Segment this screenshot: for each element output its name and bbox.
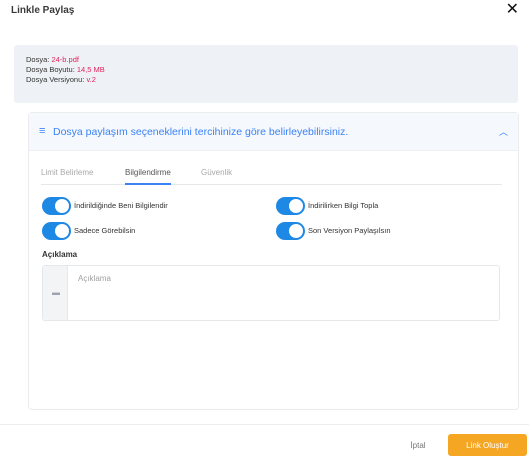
modal-header: Linkle Paylaş ✕ bbox=[0, 0, 529, 28]
toggle-knob bbox=[289, 199, 303, 213]
file-size-value: 14,5 MB bbox=[76, 65, 105, 74]
cancel-button[interactable]: İptal bbox=[398, 434, 438, 456]
file-version-value: v.2 bbox=[86, 75, 96, 84]
tab-limit-belirleme[interactable]: Limit Belirleme bbox=[41, 168, 93, 185]
file-size-line: Dosya Boyutu: 14,5 MB bbox=[26, 65, 506, 75]
collect-info-toggle[interactable] bbox=[276, 197, 305, 215]
description-field: ▬ bbox=[42, 265, 500, 321]
file-size-label: Dosya Boyutu: bbox=[26, 65, 75, 74]
view-only-label: Sadece Görebilsin bbox=[74, 226, 136, 235]
notify-on-download-label: İndirildiğinde Beni Bilgilendir bbox=[74, 201, 168, 210]
options-tabs: Limit Belirleme Bilgilendirme Güvenlik bbox=[41, 168, 502, 185]
modal-title: Linkle Paylaş bbox=[11, 5, 75, 16]
description-label: Açıklama bbox=[42, 250, 78, 259]
toggle-knob bbox=[289, 224, 303, 238]
comment-icon: ▬ bbox=[52, 288, 60, 297]
share-options-panel: ≡ Dosya paylaşım seçeneklerini tercihini… bbox=[28, 112, 519, 410]
toggle-knob bbox=[55, 224, 69, 238]
tab-guvenlik[interactable]: Güvenlik bbox=[201, 168, 232, 185]
create-link-button[interactable]: Link Oluştur bbox=[448, 434, 527, 456]
file-name-line: Dosya: 24-b.pdf bbox=[26, 55, 506, 65]
notify-on-download-toggle[interactable] bbox=[42, 197, 71, 215]
file-version-line: Dosya Versiyonu: v.2 bbox=[26, 75, 506, 85]
chevron-up-icon[interactable]: ︿ bbox=[499, 125, 508, 138]
description-input[interactable] bbox=[78, 274, 488, 314]
file-name-value: 24-b.pdf bbox=[51, 55, 79, 64]
file-info-box: Dosya: 24-b.pdf Dosya Boyutu: 14,5 MB Do… bbox=[14, 45, 518, 103]
share-options-header[interactable]: ≡ Dosya paylaşım seçeneklerini tercihini… bbox=[29, 113, 518, 151]
toggle-knob bbox=[55, 199, 69, 213]
file-version-label: Dosya Versiyonu: bbox=[26, 75, 85, 84]
file-name-label: Dosya: bbox=[26, 55, 50, 64]
latest-version-label: Son Versiyon Paylaşılsın bbox=[308, 226, 391, 235]
close-icon[interactable]: ✕ bbox=[506, 2, 519, 18]
collect-info-label: İndirilirken Bilgi Topla bbox=[308, 201, 379, 210]
description-addon: ▬ bbox=[43, 266, 68, 320]
latest-version-toggle[interactable] bbox=[276, 222, 305, 240]
list-icon: ≡ bbox=[39, 125, 46, 137]
modal-footer: İptal Link Oluştur bbox=[0, 424, 529, 461]
share-link-modal: Linkle Paylaş ✕ Dosya: 24-b.pdf Dosya Bo… bbox=[0, 0, 529, 461]
view-only-toggle[interactable] bbox=[42, 222, 71, 240]
tab-bilgilendirme[interactable]: Bilgilendirme bbox=[125, 168, 171, 185]
share-options-title: Dosya paylaşım seçeneklerini tercihinize… bbox=[53, 126, 349, 138]
